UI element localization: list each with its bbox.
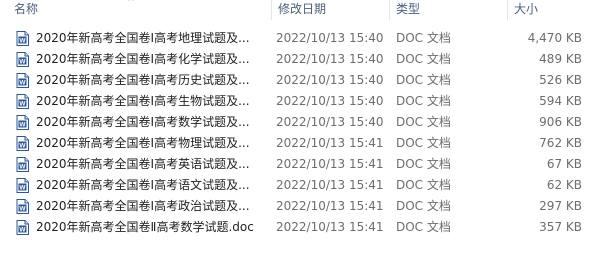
column-header-type[interactable]: 类型: [390, 0, 508, 22]
svg-text:W: W: [19, 184, 26, 191]
svg-text:W: W: [19, 205, 26, 212]
word-doc-icon: W: [16, 154, 30, 175]
file-size: 67 KB: [546, 157, 582, 171]
file-name: 2020年新高考全国卷Ⅰ高考地理试题及...: [36, 31, 250, 45]
file-date-modified: 2022/10/13 15:41: [276, 199, 384, 213]
svg-text:W: W: [19, 58, 26, 65]
file-name: 2020年新高考全国卷Ⅰ高考语文试题及...: [36, 178, 250, 192]
file-date-modified: 2022/10/13 15:40: [276, 52, 384, 66]
word-doc-icon: W: [16, 49, 30, 70]
file-row[interactable]: W 2020年新高考全国卷Ⅰ高考生物试题及... 2022/10/13 15:4…: [0, 91, 613, 112]
file-date-modified: 2022/10/13 15:40: [276, 94, 384, 108]
file-type: DOC 文档: [396, 115, 451, 129]
svg-text:W: W: [19, 121, 26, 128]
file-row[interactable]: W 2020年新高考全国卷Ⅰ高考地理试题及... 2022/10/13 15:4…: [0, 28, 613, 49]
svg-text:W: W: [19, 79, 26, 86]
file-name: 2020年新高考全国卷Ⅰ高考化学试题及...: [36, 52, 250, 66]
file-row[interactable]: W 2020年新高考全国卷Ⅰ高考物理试题及... 2022/10/13 15:4…: [0, 133, 613, 154]
file-type: DOC 文档: [396, 31, 451, 45]
file-row[interactable]: W 2020年新高考全国卷Ⅱ高考数学试题.doc 2022/10/13 15:4…: [0, 217, 613, 238]
file-type: DOC 文档: [396, 136, 451, 150]
column-header-row: ^ 名称 修改日期 类型 大小: [0, 0, 613, 22]
word-doc-icon: W: [16, 196, 30, 217]
word-doc-icon: W: [16, 133, 30, 154]
file-size: 357 KB: [539, 220, 582, 234]
file-row[interactable]: W 2020年新高考全国卷Ⅰ高考英语试题及... 2022/10/13 15:4…: [0, 154, 613, 175]
file-row[interactable]: W 2020年新高考全国卷Ⅰ高考数学试题及... 2022/10/13 15:4…: [0, 112, 613, 133]
column-header-name[interactable]: 名称: [10, 0, 272, 22]
svg-text:W: W: [19, 163, 26, 170]
word-doc-icon: W: [16, 70, 30, 91]
file-date-modified: 2022/10/13 15:41: [276, 157, 384, 171]
file-size: 62 KB: [546, 178, 582, 192]
file-explorer-list-view: ^ 名称 修改日期 类型 大小 W 2020年新高考全国卷Ⅰ高考地理试题及...…: [0, 0, 613, 265]
svg-text:W: W: [19, 100, 26, 107]
word-doc-icon: W: [16, 175, 30, 196]
file-name: 2020年新高考全国卷Ⅰ高考数学试题及...: [36, 115, 250, 129]
word-doc-icon: W: [16, 112, 30, 133]
file-size: 594 KB: [539, 94, 582, 108]
file-type: DOC 文档: [396, 178, 451, 192]
file-row[interactable]: W 2020年新高考全国卷Ⅰ高考语文试题及... 2022/10/13 15:4…: [0, 175, 613, 196]
word-doc-icon: W: [16, 91, 30, 112]
file-size: 526 KB: [539, 73, 582, 87]
file-date-modified: 2022/10/13 15:41: [276, 178, 384, 192]
file-name: 2020年新高考全国卷Ⅰ高考物理试题及...: [36, 136, 250, 150]
file-size: 762 KB: [539, 136, 582, 150]
file-date-modified: 2022/10/13 15:40: [276, 115, 384, 129]
svg-text:W: W: [19, 142, 26, 149]
file-list: W 2020年新高考全国卷Ⅰ高考地理试题及... 2022/10/13 15:4…: [0, 28, 613, 238]
svg-text:W: W: [19, 37, 26, 44]
file-size: 489 KB: [539, 52, 582, 66]
file-row[interactable]: W 2020年新高考全国卷Ⅰ高考历史试题及... 2022/10/13 15:4…: [0, 70, 613, 91]
file-name: 2020年新高考全国卷Ⅰ高考政治试题及...: [36, 199, 250, 213]
file-date-modified: 2022/10/13 15:40: [276, 73, 384, 87]
word-doc-icon: W: [16, 28, 30, 49]
word-doc-icon: W: [16, 217, 30, 238]
file-type: DOC 文档: [396, 94, 451, 108]
file-date-modified: 2022/10/13 15:41: [276, 220, 384, 234]
file-name: 2020年新高考全国卷Ⅰ高考历史试题及...: [36, 73, 250, 87]
file-date-modified: 2022/10/13 15:40: [276, 31, 384, 45]
file-size: 297 KB: [539, 199, 582, 213]
file-type: DOC 文档: [396, 199, 451, 213]
svg-text:W: W: [19, 226, 26, 233]
file-name: 2020年新高考全国卷Ⅰ高考英语试题及...: [36, 157, 250, 171]
file-row[interactable]: W 2020年新高考全国卷Ⅰ高考政治试题及... 2022/10/13 15:4…: [0, 196, 613, 217]
column-header-size[interactable]: 大小: [508, 0, 613, 22]
file-size: 906 KB: [539, 115, 582, 129]
file-type: DOC 文档: [396, 73, 451, 87]
file-type: DOC 文档: [396, 52, 451, 66]
file-name: 2020年新高考全国卷Ⅱ高考数学试题.doc: [36, 220, 254, 234]
file-size: 4,470 KB: [527, 31, 582, 45]
file-type: DOC 文档: [396, 220, 451, 234]
file-name: 2020年新高考全国卷Ⅰ高考生物试题及...: [36, 94, 250, 108]
column-header-date-modified[interactable]: 修改日期: [272, 0, 390, 22]
file-type: DOC 文档: [396, 157, 451, 171]
file-row[interactable]: W 2020年新高考全国卷Ⅰ高考化学试题及... 2022/10/13 15:4…: [0, 49, 613, 70]
file-date-modified: 2022/10/13 15:41: [276, 136, 384, 150]
